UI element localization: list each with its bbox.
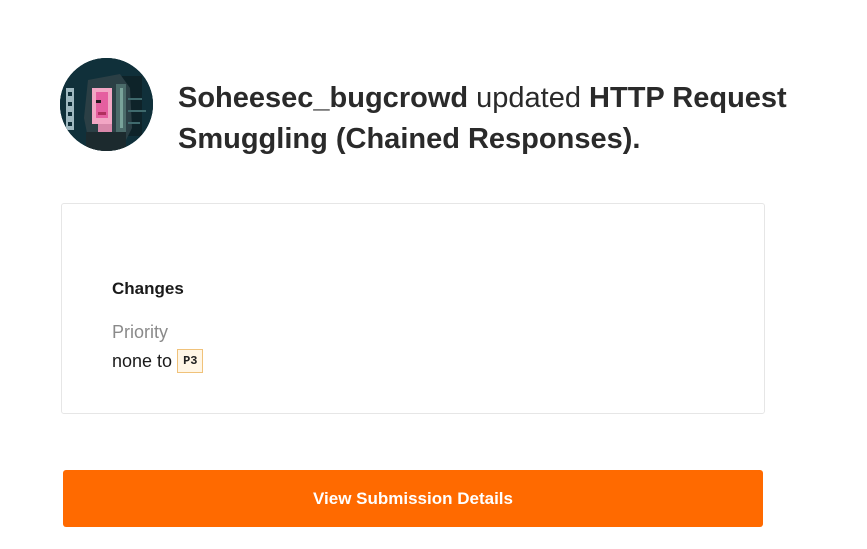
notification-email: Soheesec_bugcrowd updated HTTP Request S… <box>0 0 867 549</box>
activity-headline: Soheesec_bugcrowd updated HTTP Request S… <box>178 78 818 160</box>
user-avatar <box>60 58 153 151</box>
priority-badge: P3 <box>177 349 204 373</box>
changes-heading: Changes <box>112 279 184 298</box>
actor-name: Soheesec_bugcrowd <box>178 82 469 114</box>
view-submission-button[interactable]: View Submission Details <box>63 470 763 527</box>
activity-verb: updated <box>476 82 581 114</box>
changes-card: Changes Priority none to P3 <box>61 203 765 414</box>
change-from-text: none to <box>112 350 173 371</box>
pixel-art-avatar-icon <box>60 58 153 151</box>
changed-field-label: Priority <box>112 322 169 342</box>
changed-field-value: none to P3 <box>112 349 204 373</box>
